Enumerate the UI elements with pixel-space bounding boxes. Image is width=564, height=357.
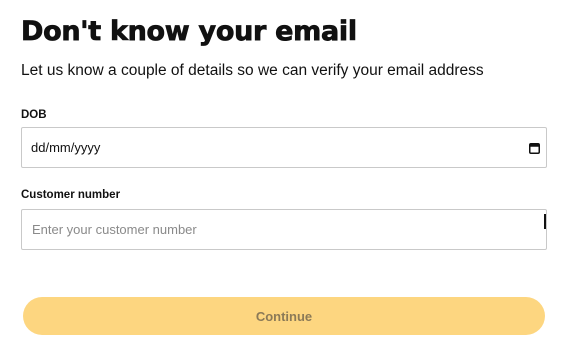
continue-button[interactable]: Continue xyxy=(23,297,545,335)
customer-number-input[interactable] xyxy=(22,210,546,249)
calendar-icon[interactable] xyxy=(529,143,540,154)
page-title: Don't know your email xyxy=(21,16,358,48)
dob-field[interactable]: dd/mm/yyyy xyxy=(21,127,547,168)
dob-label: DOB xyxy=(21,109,47,121)
dob-value[interactable]: dd/mm/yyyy xyxy=(31,140,100,156)
page-subtitle: Let us know a couple of details so we ca… xyxy=(21,62,484,79)
customer-number-label: Customer number xyxy=(21,189,121,201)
customer-number-box[interactable] xyxy=(21,209,547,250)
text-caret xyxy=(544,214,546,229)
